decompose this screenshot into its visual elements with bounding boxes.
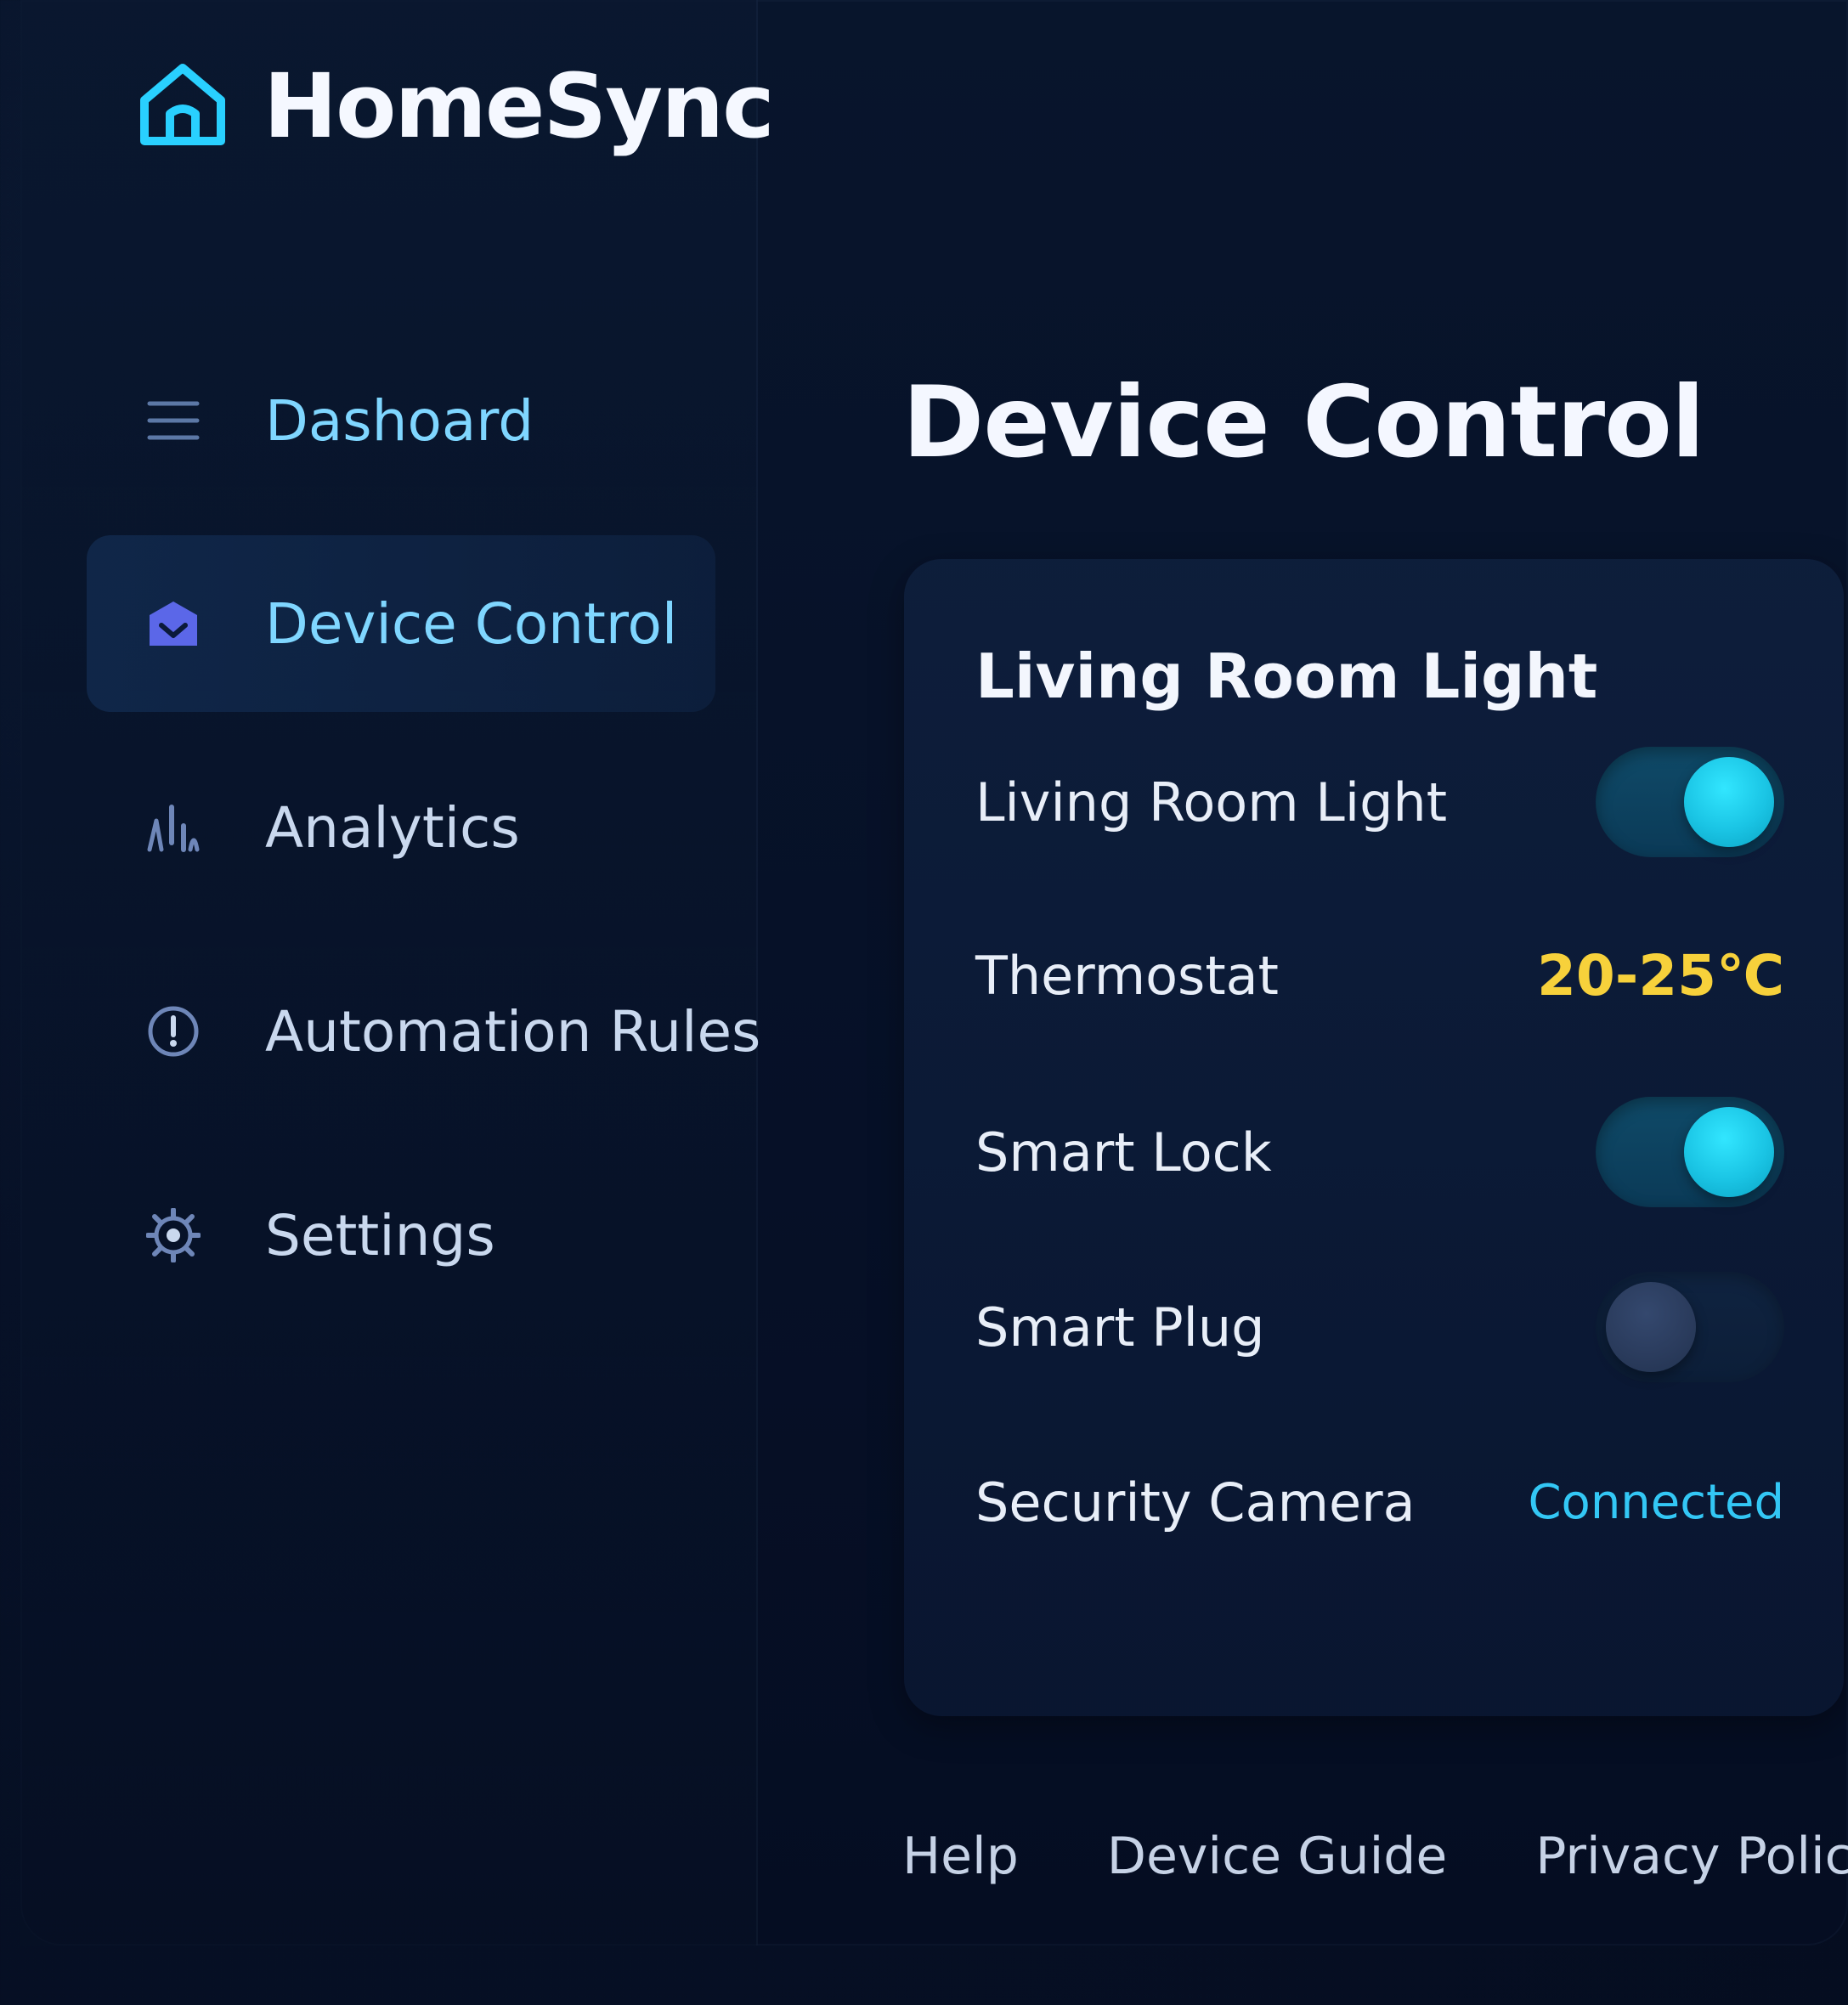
card-title: Living Room Light (975, 641, 1598, 712)
sidebar: HomeSync Dashoard Device Control Analyti… (20, 0, 775, 1946)
smart-plug-toggle[interactable] (1596, 1272, 1784, 1382)
device-row: Thermostat 20-25℃ (975, 916, 1784, 1035)
sidebar-item-label: Settings (265, 1202, 495, 1268)
device-label: Smart Lock (975, 1121, 1272, 1183)
toggle-knob (1684, 757, 1774, 847)
toggle-knob (1606, 1282, 1696, 1372)
brand-name: HomeSync (263, 54, 775, 158)
sidebar-item-analytics[interactable]: Analytics (87, 739, 715, 916)
device-label: Smart Plug (975, 1296, 1265, 1358)
sidebar-item-automation-rules[interactable]: Automation Rules (87, 943, 760, 1120)
menu-icon (143, 390, 204, 451)
sidebar-item-dashboard[interactable]: Dashoard (87, 340, 715, 501)
sidebar-item-label: Automation Rules (265, 998, 761, 1065)
analytics-icon (143, 797, 204, 858)
home-icon (136, 59, 229, 153)
sidebar-item-label: Analytics (265, 794, 520, 861)
sidebar-nav: Dashoard Device Control Analytics Automa… (87, 340, 760, 1351)
device-row: Smart Plug (975, 1268, 1784, 1387)
page-title: Device Control (902, 365, 1705, 480)
app-window: HomeSync Dashoard Device Control Analyti… (20, 0, 1848, 1946)
sidebar-item-label: Device Control (265, 590, 678, 657)
sidebar-item-device-control[interactable]: Device Control (87, 535, 715, 712)
help-link[interactable]: Help (902, 1827, 1019, 1886)
toggle-knob (1684, 1107, 1774, 1197)
device-card: Living Room Light Living Room Light Ther… (904, 559, 1844, 1716)
smart-lock-toggle[interactable] (1596, 1097, 1784, 1207)
device-row: Smart Lock (975, 1093, 1784, 1211)
sidebar-item-settings[interactable]: Settings (87, 1147, 715, 1324)
home-chevron-icon (143, 593, 204, 654)
security-camera-status: Connected (1528, 1474, 1784, 1530)
alert-icon (143, 1001, 204, 1062)
device-label: Security Camera (975, 1471, 1416, 1533)
privacy-policy-link[interactable]: Privacy Policy (1535, 1827, 1848, 1886)
living-room-light-toggle[interactable] (1596, 747, 1784, 857)
sidebar-item-label: Dashoard (265, 387, 534, 454)
device-row: Living Room Light (975, 743, 1784, 861)
footer-links: Help Device Guide Privacy Policy (902, 1827, 1848, 1886)
device-label: Thermostat (975, 944, 1279, 1007)
device-label: Living Room Light (975, 771, 1448, 833)
thermostat-range: 20-25℃ (1536, 942, 1784, 1008)
brand: HomeSync (136, 54, 775, 158)
device-guide-link[interactable]: Device Guide (1107, 1827, 1447, 1886)
device-row: Security Camera Connected (975, 1443, 1784, 1562)
gear-icon (143, 1205, 204, 1266)
